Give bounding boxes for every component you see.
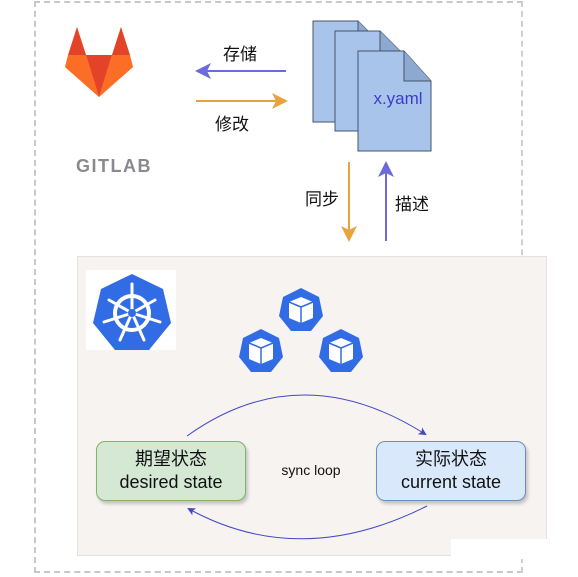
pod-cube-icon xyxy=(318,328,364,373)
pod-cube-icon xyxy=(279,288,323,331)
current-state-en: current state xyxy=(400,472,502,492)
sync-loop-arrow-bottom xyxy=(187,505,428,540)
pod-cube-icon xyxy=(238,328,284,373)
desired-state-box: 期望状态 desired state xyxy=(96,441,246,501)
sync-loop-label: sync loop xyxy=(281,462,341,478)
sync-loop-arrow-top xyxy=(186,394,427,437)
desired-state-en: desired state xyxy=(119,472,223,492)
current-state-cn: 实际状态 xyxy=(415,449,487,470)
current-state-box: 实际状态 current state xyxy=(376,441,526,501)
desired-state-cn: 期望状态 xyxy=(135,449,207,470)
